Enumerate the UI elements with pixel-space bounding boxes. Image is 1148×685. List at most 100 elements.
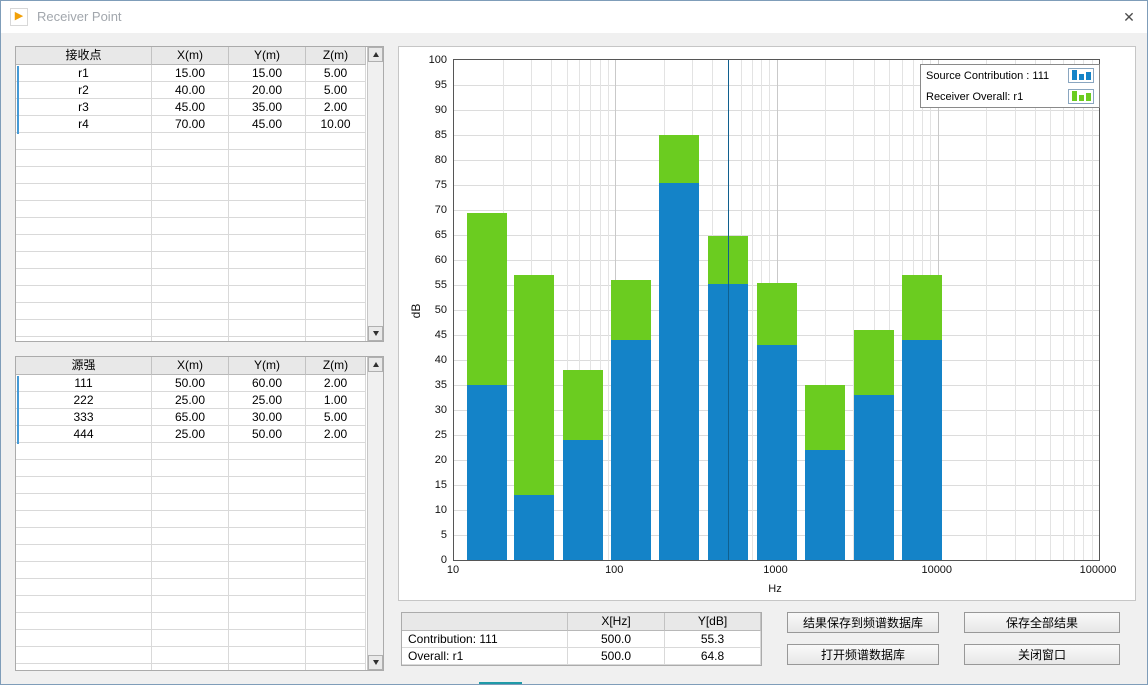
plot-area[interactable] <box>453 59 1100 561</box>
table-cell[interactable] <box>152 647 229 664</box>
table-cell[interactable]: r2 <box>16 82 152 99</box>
table-cell[interactable]: 5.00 <box>306 65 366 82</box>
legend-item-overall[interactable]: Receiver Overall: r1 <box>921 86 1099 107</box>
table-cell[interactable] <box>16 511 152 528</box>
table-cell[interactable] <box>306 545 366 562</box>
table-cell[interactable]: 70.00 <box>152 116 229 133</box>
table-cell[interactable] <box>306 664 366 670</box>
table-cell[interactable] <box>16 303 152 320</box>
table-cell[interactable] <box>16 579 152 596</box>
table-cell[interactable] <box>306 562 366 579</box>
table-cell[interactable] <box>16 528 152 545</box>
table-cell[interactable] <box>152 579 229 596</box>
table-cell[interactable]: 20.00 <box>229 82 306 99</box>
table-cell[interactable] <box>306 337 366 341</box>
table-cell[interactable] <box>306 235 366 252</box>
source-table-scrollbar[interactable] <box>367 357 383 670</box>
scroll-down-icon[interactable] <box>368 655 383 670</box>
table-cell[interactable]: 10.00 <box>306 116 366 133</box>
table-cell[interactable] <box>229 511 306 528</box>
table-cell[interactable] <box>152 664 229 670</box>
table-cell[interactable] <box>306 252 366 269</box>
table-cell[interactable]: 15.00 <box>229 65 306 82</box>
table-cell[interactable] <box>306 133 366 150</box>
close-window-button[interactable]: 关闭窗口 <box>964 644 1120 665</box>
table-cell[interactable] <box>152 218 229 235</box>
table-cell[interactable] <box>229 545 306 562</box>
table-cell[interactable] <box>229 269 306 286</box>
table-cell[interactable]: r3 <box>16 99 152 116</box>
table-cell[interactable] <box>16 133 152 150</box>
table-cell[interactable] <box>229 647 306 664</box>
table-cell[interactable] <box>16 337 152 341</box>
table-cell[interactable]: 45.00 <box>229 116 306 133</box>
table-cell[interactable]: 25.00 <box>229 392 306 409</box>
table-cell[interactable] <box>152 303 229 320</box>
scroll-up-icon[interactable] <box>368 47 383 62</box>
table-cell[interactable] <box>306 596 366 613</box>
table-cell[interactable] <box>306 511 366 528</box>
table-cell[interactable] <box>16 647 152 664</box>
table-cell[interactable] <box>16 613 152 630</box>
table-cell[interactable] <box>152 286 229 303</box>
table-cell[interactable] <box>306 218 366 235</box>
table-cell[interactable] <box>229 235 306 252</box>
table-cell[interactable] <box>229 252 306 269</box>
table-cell[interactable] <box>16 150 152 167</box>
table-cell[interactable] <box>16 218 152 235</box>
save-to-spectrum-db-button[interactable]: 结果保存到频谱数据库 <box>787 612 939 633</box>
table-cell[interactable] <box>229 664 306 670</box>
table-cell[interactable]: 2.00 <box>306 426 366 443</box>
table-cell[interactable] <box>229 167 306 184</box>
close-icon[interactable]: ✕ <box>1111 1 1147 33</box>
table-cell[interactable] <box>152 613 229 630</box>
table-cell[interactable]: r4 <box>16 116 152 133</box>
table-cell[interactable] <box>16 320 152 337</box>
table-cell[interactable] <box>306 460 366 477</box>
table-cell[interactable] <box>16 562 152 579</box>
table-cell[interactable] <box>16 269 152 286</box>
table-cell[interactable] <box>152 269 229 286</box>
table-cell[interactable] <box>16 184 152 201</box>
table-cell[interactable] <box>16 286 152 303</box>
plot-legend[interactable]: Source Contribution : 111 Receiver Overa… <box>920 64 1100 108</box>
table-cell[interactable] <box>229 133 306 150</box>
table-cell[interactable]: 2.00 <box>306 99 366 116</box>
table-cell[interactable] <box>229 596 306 613</box>
table-cell[interactable] <box>229 201 306 218</box>
table-cell[interactable] <box>229 477 306 494</box>
table-cell[interactable] <box>306 201 366 218</box>
table-cell[interactable] <box>16 477 152 494</box>
table-cell[interactable] <box>16 494 152 511</box>
table-cell[interactable] <box>152 252 229 269</box>
table-cell[interactable] <box>152 562 229 579</box>
table-cell[interactable] <box>16 201 152 218</box>
scroll-up-icon[interactable] <box>368 357 383 372</box>
table-cell[interactable] <box>229 286 306 303</box>
table-cell[interactable] <box>306 320 366 337</box>
table-cell[interactable] <box>306 613 366 630</box>
title-bar[interactable]: ▶ Receiver Point ✕ <box>1 1 1147 33</box>
table-cell[interactable]: 111 <box>16 375 152 392</box>
table-cell[interactable] <box>229 184 306 201</box>
table-cell[interactable]: 50.00 <box>152 375 229 392</box>
table-cell[interactable] <box>306 579 366 596</box>
table-cell[interactable] <box>16 596 152 613</box>
table-cell[interactable]: 25.00 <box>152 426 229 443</box>
table-cell[interactable] <box>306 494 366 511</box>
table-cell[interactable] <box>229 460 306 477</box>
table-cell[interactable] <box>16 664 152 670</box>
table-cell[interactable]: 5.00 <box>306 82 366 99</box>
table-cell[interactable] <box>306 269 366 286</box>
table-cell[interactable] <box>229 443 306 460</box>
table-cell[interactable] <box>306 528 366 545</box>
chart-cursor[interactable] <box>728 60 729 560</box>
table-cell[interactable] <box>306 630 366 647</box>
table-cell[interactable]: 5.00 <box>306 409 366 426</box>
table-cell[interactable] <box>152 167 229 184</box>
table-cell[interactable] <box>229 613 306 630</box>
table-cell[interactable] <box>152 201 229 218</box>
table-cell[interactable] <box>229 218 306 235</box>
table-cell[interactable] <box>152 337 229 341</box>
table-cell[interactable] <box>16 630 152 647</box>
